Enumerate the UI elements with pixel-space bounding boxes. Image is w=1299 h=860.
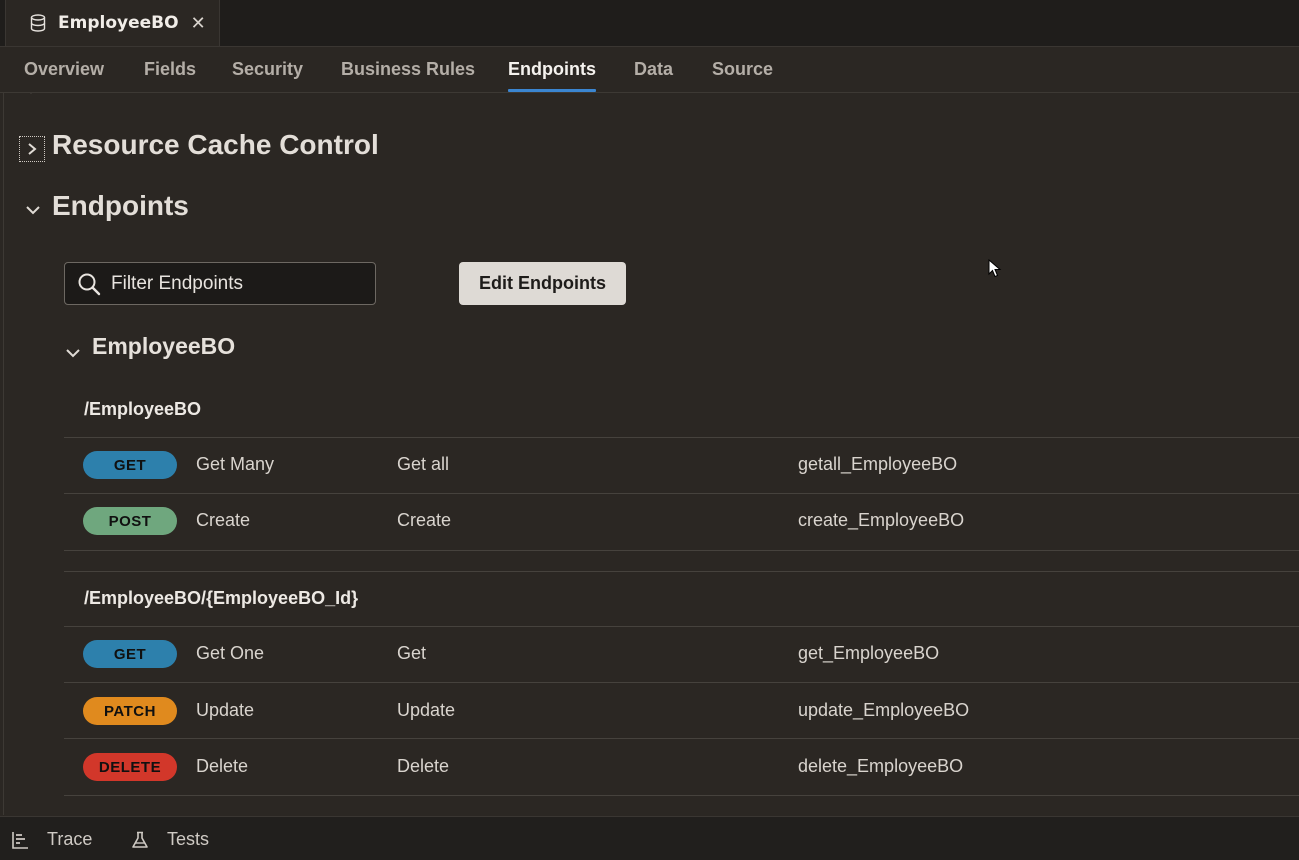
- trace-button[interactable]: Trace: [11, 829, 92, 850]
- close-icon[interactable]: ✕: [191, 13, 206, 34]
- divider: [3, 93, 4, 815]
- table-row[interactable]: GET Get Many Get all getall_EmployeeBO: [64, 438, 1299, 494]
- tests-label: Tests: [167, 829, 210, 849]
- endpoint-name: Delete: [196, 756, 249, 776]
- endpoint-id: delete_EmployeeBO: [798, 756, 964, 776]
- bottom-panel-bar: Trace Tests: [0, 816, 1299, 860]
- divider: [64, 795, 1299, 796]
- method-badge-delete: DELETE: [83, 753, 177, 781]
- tab-business-rules[interactable]: Business Rules: [341, 59, 475, 80]
- tests-button[interactable]: Tests: [131, 829, 209, 850]
- method-badge-get: GET: [83, 640, 177, 668]
- endpoints-content: Resource Cache Control Endpoints Edit En…: [0, 93, 1299, 815]
- table-row[interactable]: DELETE Delete Delete delete_EmployeeBO: [64, 740, 1299, 796]
- trace-icon: [12, 831, 28, 849]
- tab-source[interactable]: Source: [712, 59, 773, 80]
- group-title[interactable]: EmployeeBO: [92, 333, 235, 360]
- app-window: EmployeeBO ✕ Overview Fields Security Bu…: [0, 0, 1299, 860]
- endpoint-name: Get Many: [196, 454, 275, 474]
- database-icon: [30, 14, 46, 32]
- divider: [64, 571, 1299, 572]
- trace-label: Trace: [47, 829, 93, 849]
- divider: [64, 682, 1299, 683]
- filter-endpoints-input[interactable]: [109, 271, 363, 296]
- tab-data[interactable]: Data: [634, 59, 673, 80]
- endpoint-name: Create: [196, 510, 251, 530]
- endpoint-title: Delete: [397, 756, 450, 776]
- section-endpoints[interactable]: Endpoints: [52, 190, 189, 222]
- filter-endpoints-field[interactable]: [64, 262, 376, 305]
- designer-tabs: Overview Fields Security Business Rules …: [0, 47, 1299, 93]
- endpoint-title: Update: [397, 700, 456, 720]
- endpoint-id: get_EmployeeBO: [798, 643, 940, 663]
- method-badge-post: POST: [83, 507, 177, 535]
- divider: [64, 738, 1299, 739]
- table-row[interactable]: GET Get One Get get_EmployeeBO: [64, 627, 1299, 683]
- chevron-down-icon[interactable]: [24, 203, 42, 217]
- endpoint-title: Get all: [397, 454, 450, 474]
- endpoint-id: getall_EmployeeBO: [798, 454, 958, 474]
- tab-security[interactable]: Security: [232, 59, 303, 80]
- expand-resource-cache-control[interactable]: [19, 136, 45, 162]
- divider: [64, 550, 1299, 551]
- endpoint-name: Get One: [196, 643, 265, 663]
- endpoint-id: create_EmployeeBO: [798, 510, 965, 530]
- chevron-down-icon[interactable]: [64, 346, 82, 360]
- path-title: /EmployeeBO/{EmployeeBO_Id}: [84, 588, 359, 608]
- endpoint-name: Update: [196, 700, 255, 720]
- editor-tab-employeebo[interactable]: EmployeeBO ✕: [5, 0, 220, 46]
- section-resource-cache-control[interactable]: Resource Cache Control: [52, 129, 379, 161]
- tab-overview[interactable]: Overview: [24, 59, 104, 80]
- table-row[interactable]: PATCH Update Update update_EmployeeBO: [64, 684, 1299, 740]
- editor-tab-title: EmployeeBO: [58, 13, 179, 33]
- tab-endpoints[interactable]: Endpoints: [508, 59, 596, 92]
- method-badge-patch: PATCH: [83, 697, 177, 725]
- endpoint-title: Create: [397, 510, 452, 530]
- editor-tab-strip: EmployeeBO ✕: [0, 0, 1299, 47]
- table-row[interactable]: POST Create Create create_EmployeeBO: [64, 494, 1299, 550]
- path-title: /EmployeeBO: [84, 399, 202, 419]
- endpoint-title: Get: [397, 643, 427, 663]
- mouse-cursor-icon: [988, 259, 1002, 278]
- flask-icon: [132, 831, 148, 848]
- search-icon: [78, 273, 101, 295]
- chevron-icon[interactable]: [24, 93, 38, 95]
- method-badge-get: GET: [83, 451, 177, 479]
- edit-endpoints-button[interactable]: Edit Endpoints: [459, 262, 626, 305]
- tab-fields[interactable]: Fields: [144, 59, 196, 80]
- chevron-right-icon: [28, 143, 37, 155]
- endpoint-id: update_EmployeeBO: [798, 700, 970, 720]
